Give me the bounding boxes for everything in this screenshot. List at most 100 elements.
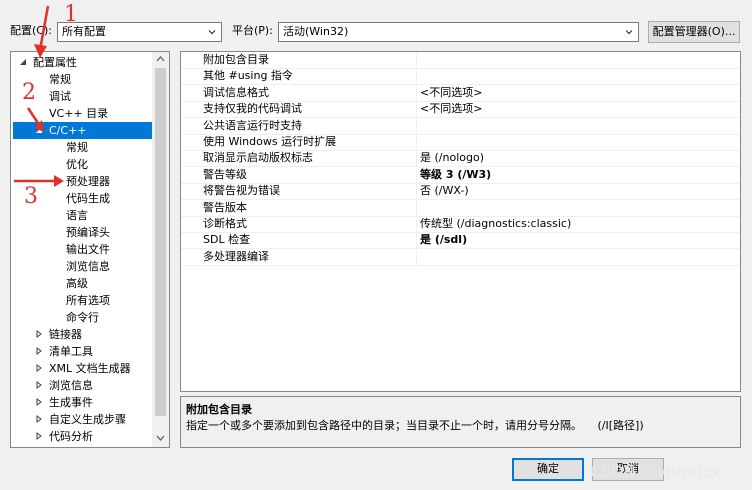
property-value[interactable]: 是 (/sdl) bbox=[418, 232, 467, 249]
description-title: 附加包含目录 bbox=[186, 403, 252, 416]
config-label: 配置(C): bbox=[10, 24, 52, 37]
tree-item[interactable]: 代码分析 bbox=[11, 428, 154, 445]
property-row[interactable]: 多处理器编译 bbox=[181, 248, 740, 266]
tree-item[interactable]: 所有选项 bbox=[11, 292, 154, 309]
expanded-triangle-icon[interactable] bbox=[35, 126, 43, 134]
property-row[interactable]: 诊断格式 传统型 (/diagnostics:classic) bbox=[181, 216, 740, 233]
property-value[interactable] bbox=[418, 68, 420, 85]
property-row[interactable]: 将警告视为错误否 (/WX-) bbox=[181, 183, 740, 201]
property-row[interactable]: 警告等级 等级 3 (/W3) bbox=[181, 166, 740, 184]
property-name: 警告等级 bbox=[181, 166, 417, 184]
collapsed-triangle-icon[interactable] bbox=[35, 415, 43, 423]
tree-item-label: 语言 bbox=[66, 209, 88, 222]
property-name: 调试信息格式 bbox=[181, 84, 417, 102]
config-combobox[interactable]: 所有配置 bbox=[57, 22, 222, 42]
tree-item[interactable]: 清单工具 bbox=[11, 343, 154, 360]
tree-scrollbar[interactable] bbox=[152, 52, 169, 447]
collapsed-triangle-icon[interactable] bbox=[35, 381, 43, 389]
property-name: 附加包含目录 bbox=[181, 52, 417, 69]
property-row[interactable]: 调试信息格式 <不同选项> bbox=[181, 84, 740, 102]
property-row[interactable]: 其他 #using 指令 bbox=[181, 68, 740, 86]
tree-item[interactable]: 链接器 bbox=[11, 326, 154, 343]
tree-item[interactable]: C/C++ bbox=[13, 122, 154, 139]
description-body: 指定一个或多个要添加到包含路径中的目录；当目录不止一个时，请用分号分隔。 bbox=[186, 419, 582, 432]
tree-item[interactable]: 生成事件 bbox=[11, 394, 154, 411]
tree-item[interactable]: VC++ 目录 bbox=[11, 105, 154, 122]
tree-item[interactable]: 浏览信息 bbox=[11, 258, 154, 275]
tree-item[interactable]: XML 文档生成器 bbox=[11, 360, 154, 377]
property-name: 多处理器编译 bbox=[181, 248, 417, 266]
tree-item[interactable]: 浏览信息 bbox=[11, 377, 154, 394]
csdn-watermark: CSDN @vbnetcx bbox=[590, 462, 721, 481]
tree-item-label: 调试 bbox=[49, 90, 71, 103]
collapsed-triangle-icon[interactable] bbox=[35, 330, 43, 338]
config-manager-button[interactable]: 配置管理器(O)... bbox=[648, 21, 740, 43]
platform-combobox[interactable]: 活动(Win32) bbox=[278, 22, 639, 42]
property-row[interactable]: 警告版本 bbox=[181, 199, 740, 217]
property-name: 将警告视为错误 bbox=[181, 183, 417, 201]
collapsed-triangle-icon[interactable] bbox=[35, 398, 43, 406]
tree-item-label: 清单工具 bbox=[49, 345, 93, 358]
property-value[interactable]: 是 (/nologo) bbox=[418, 150, 484, 167]
tree-item[interactable]: 语言 bbox=[11, 207, 154, 224]
scroll-up-arrow-icon[interactable] bbox=[156, 56, 165, 62]
ok-button[interactable]: 确定 bbox=[512, 458, 584, 481]
collapsed-triangle-icon[interactable] bbox=[35, 432, 43, 440]
property-row[interactable]: 附加包含目录 bbox=[181, 52, 740, 69]
tree-scrollbar-thumb[interactable] bbox=[155, 68, 166, 416]
annotation-number-2: 2 bbox=[22, 80, 36, 105]
property-row[interactable]: 支持仅我的代码调试 <不同选项> bbox=[181, 101, 740, 119]
property-row[interactable]: SDL 检查是 (/sdl) bbox=[181, 232, 740, 250]
tree-item-label: 命令行 bbox=[66, 311, 99, 324]
property-value[interactable] bbox=[418, 134, 420, 151]
property-name: 诊断格式 bbox=[181, 216, 417, 233]
property-value[interactable] bbox=[418, 200, 420, 217]
property-tree[interactable]: 配置属性 常规 调试 VC++ 目录 C/C++ 常规 优化 预处理器 代码生成 语言 预编译头 输出… bbox=[10, 51, 170, 448]
tree-item[interactable]: 常规 bbox=[11, 139, 154, 156]
tree-item-label: 高级 bbox=[66, 277, 88, 290]
tree-item[interactable]: 命令行 bbox=[11, 309, 154, 326]
tree-item[interactable]: 预编译头 bbox=[11, 224, 154, 241]
property-name: 取消显示启动版权标志 bbox=[181, 150, 417, 168]
annotation-number-1: 1 bbox=[64, 2, 78, 27]
tree-item-label: 代码分析 bbox=[49, 430, 93, 443]
tree-item-label: 常规 bbox=[49, 73, 71, 86]
property-value[interactable]: <不同选项> bbox=[418, 85, 482, 102]
property-row[interactable]: 取消显示启动版权标志是 (/nologo) bbox=[181, 150, 740, 168]
tree-item[interactable]: 输出文件 bbox=[11, 241, 154, 258]
property-value[interactable] bbox=[418, 249, 420, 266]
property-value[interactable] bbox=[418, 52, 420, 69]
property-value[interactable]: 等级 3 (/W3) bbox=[418, 167, 491, 184]
tree-item-label: 预处理器 bbox=[66, 175, 110, 188]
collapsed-triangle-icon[interactable] bbox=[35, 347, 43, 355]
property-value[interactable]: <不同选项> bbox=[418, 101, 482, 118]
platform-label: 平台(P): bbox=[232, 24, 273, 37]
property-name: 支持仅我的代码调试 bbox=[181, 101, 417, 119]
tree-item-label: 配置属性 bbox=[33, 56, 77, 69]
annotation-number-3: 3 bbox=[24, 184, 38, 209]
tree-item[interactable]: 高级 bbox=[11, 275, 154, 292]
collapsed-triangle-icon[interactable] bbox=[35, 364, 43, 372]
platform-combobox-value: 活动(Win32) bbox=[283, 25, 349, 38]
tree-item-label: 所有选项 bbox=[66, 294, 110, 307]
tree-item-label: 浏览信息 bbox=[66, 260, 110, 273]
property-row[interactable]: 使用 Windows 运行时扩展 bbox=[181, 134, 740, 151]
property-name: 警告版本 bbox=[181, 199, 417, 217]
property-value[interactable]: 否 (/WX-) bbox=[418, 183, 469, 200]
tree-item-label: 常规 bbox=[66, 141, 88, 154]
property-value[interactable]: 传统型 (/diagnostics:classic) bbox=[418, 216, 571, 233]
property-row[interactable]: 公共语言运行时支持 bbox=[181, 117, 740, 135]
tree-item-label: 链接器 bbox=[49, 328, 82, 341]
tree-item-label: VC++ 目录 bbox=[49, 107, 109, 120]
scroll-down-arrow-icon[interactable] bbox=[156, 435, 165, 441]
tree-item[interactable]: 自定义生成步骤 bbox=[11, 411, 154, 428]
tree-item-label: 自定义生成步骤 bbox=[49, 413, 126, 426]
description-panel: 附加包含目录 指定一个或多个要添加到包含路径中的目录；当目录不止一个时，请用分号… bbox=[180, 396, 741, 448]
expanded-triangle-icon[interactable] bbox=[19, 58, 27, 66]
property-grid[interactable]: 附加包含目录 其他 #using 指令 调试信息格式 <不同选项> 支持仅我的代码调试 <… bbox=[180, 51, 741, 392]
tree-item[interactable]: 优化 bbox=[11, 156, 154, 173]
tree-item-label: 优化 bbox=[66, 158, 88, 171]
tree-item[interactable]: 配置属性 bbox=[11, 54, 154, 71]
property-name: SDL 检查 bbox=[181, 232, 417, 250]
property-value[interactable] bbox=[418, 118, 420, 135]
